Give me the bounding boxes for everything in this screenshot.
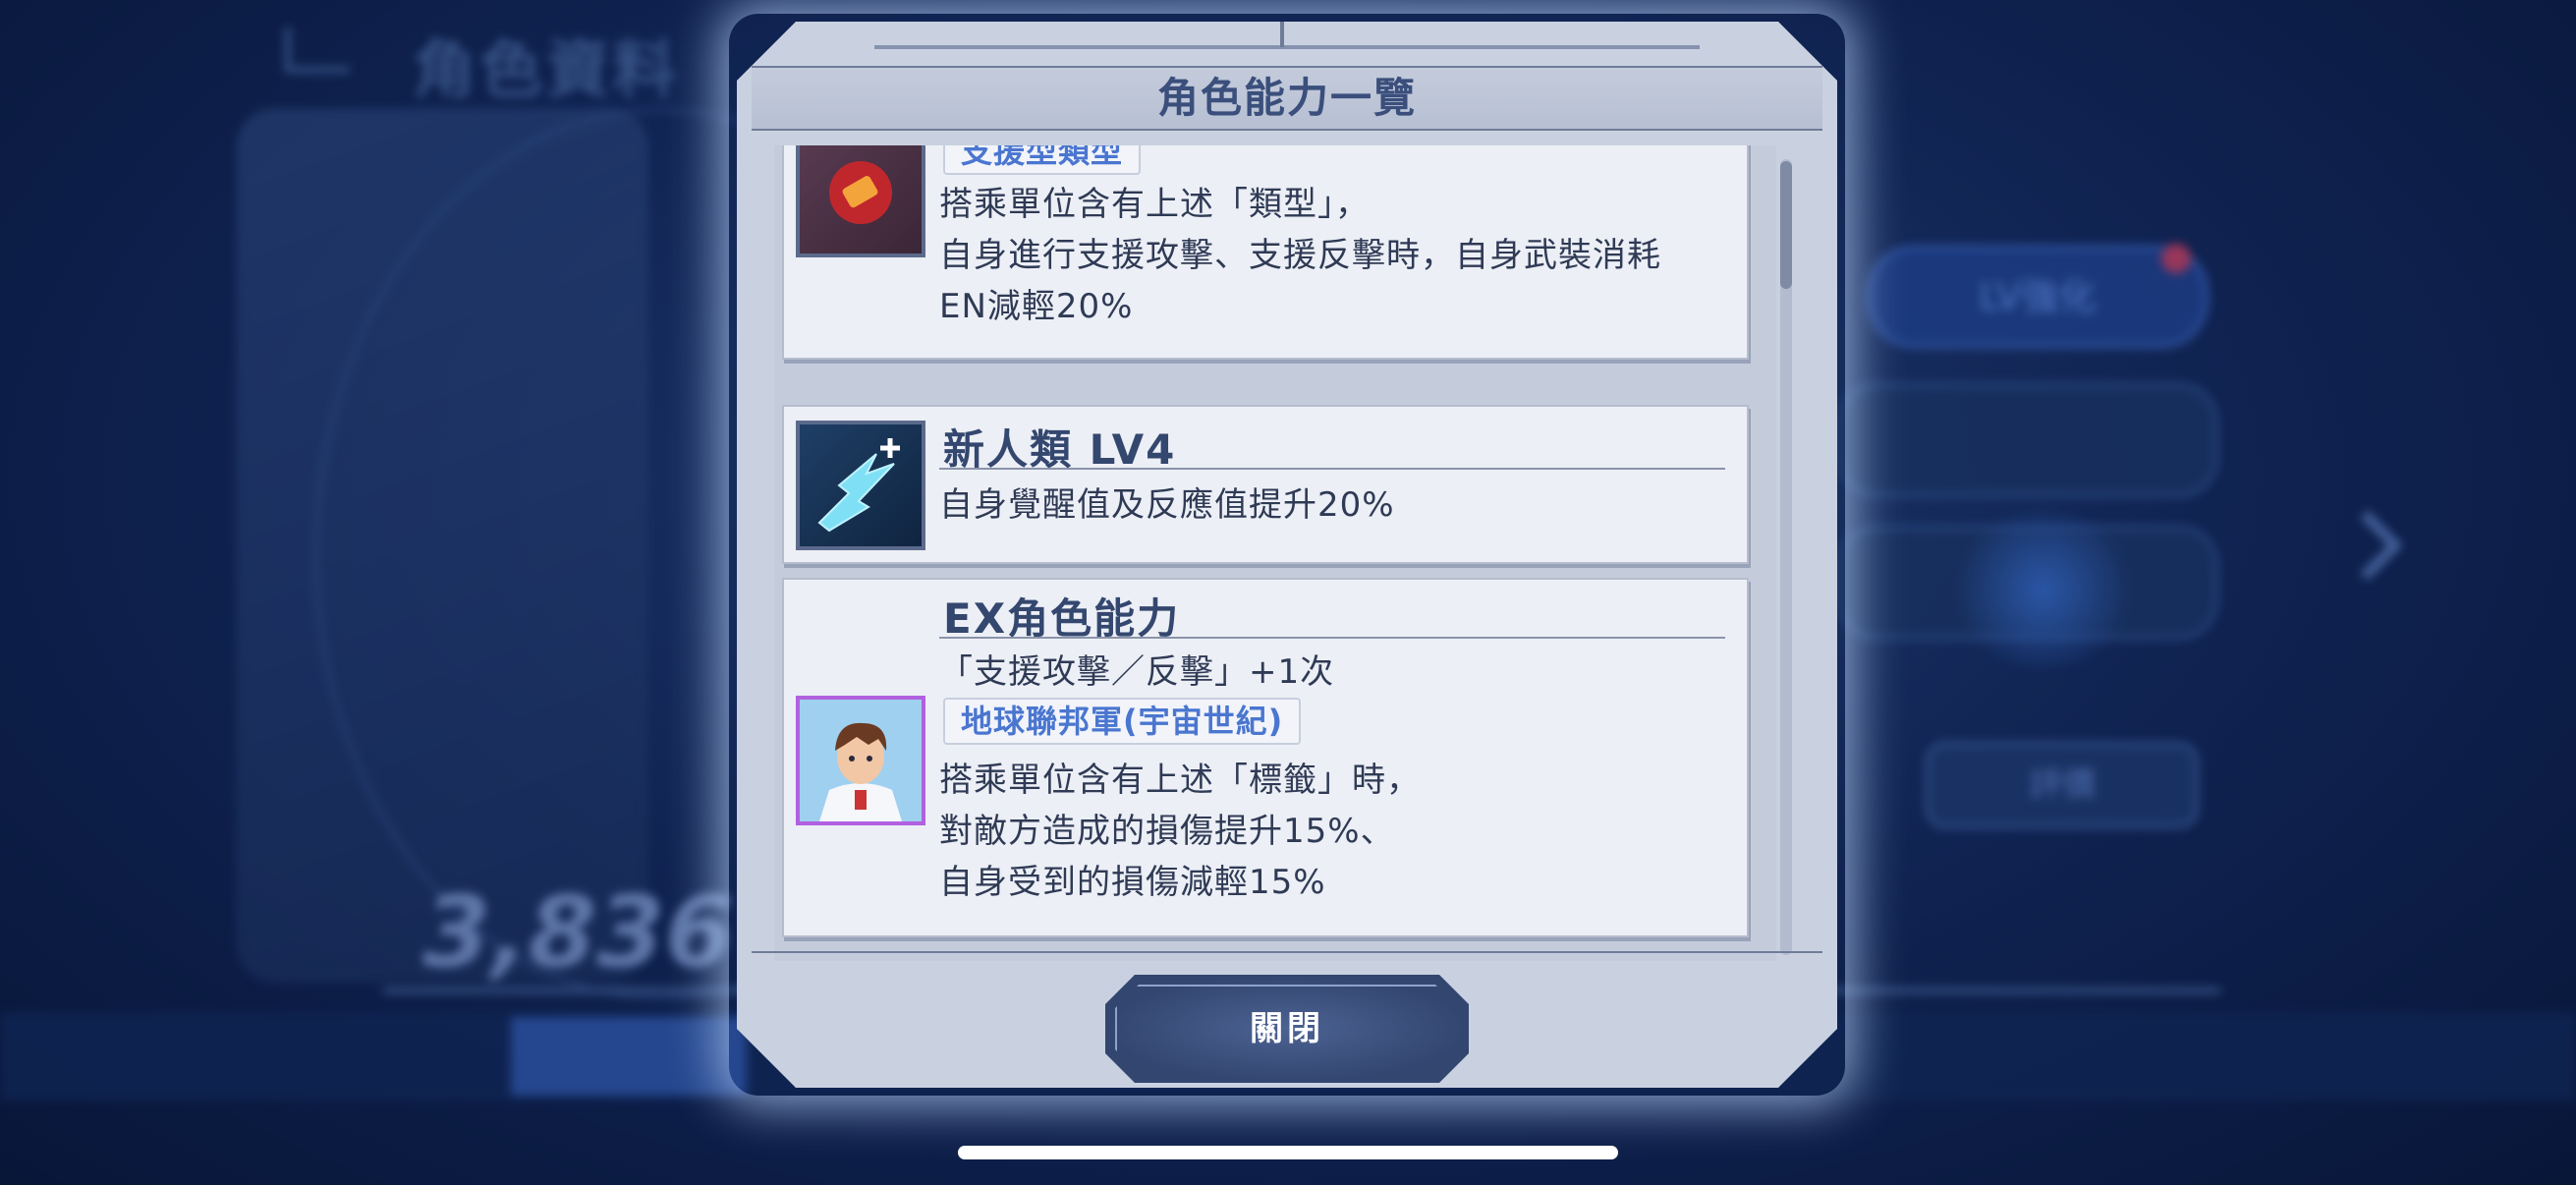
- ability-description: 搭乘單位含有上述「類型」，: [939, 185, 1370, 224]
- dialog-title: 角色能力一覽: [752, 66, 1822, 131]
- ability-description: 自身覺醒值及反應值提升20%: [939, 485, 1395, 525]
- back-icon: [285, 28, 350, 73]
- ability-card: EX角色能力 「支援攻擊／反擊」+1次 地球聯邦軍(宇宙世紀) 搭乘單位含有上述…: [782, 578, 1749, 937]
- title-underline: [939, 637, 1725, 639]
- power-value: 3,836: [422, 875, 734, 989]
- ability-description: 自身受到的損傷減輕15%: [939, 863, 1326, 902]
- ability-description: 「支援攻擊／反擊」+1次: [939, 652, 1335, 692]
- background-search-field: [1837, 383, 2218, 497]
- ability-list[interactable]: 支援型類型 搭乘單位含有上述「類型」， 自身進行支援攻擊、支援反擊時，自身武裝消…: [774, 145, 1776, 961]
- next-arrow-icon: [2332, 510, 2403, 581]
- frame-decoration-mark: [1280, 22, 1284, 47]
- notification-dot: [2161, 244, 2191, 273]
- footer-divider: [752, 951, 1822, 953]
- scrollbar-thumb[interactable]: [1780, 161, 1792, 289]
- faction-tag: 地球聯邦軍(宇宙世紀): [943, 698, 1302, 745]
- support-type-icon: [796, 145, 925, 257]
- home-indicator[interactable]: [958, 1146, 1618, 1159]
- lv-upgrade-button: LV強化: [1867, 246, 2209, 348]
- active-tab: [511, 1017, 747, 1096]
- title-underline: [939, 468, 1725, 470]
- review-button: 評價: [1926, 742, 2199, 828]
- ability-description: 自身進行支援攻擊、支援反擊時，自身武裝消耗: [939, 236, 1661, 275]
- ability-list-dialog: 角色能力一覽 支援型類型 搭乘單位含有上述「類型」， 自身進行支援攻擊、支援反擊…: [737, 22, 1837, 1088]
- ability-card: 支援型類型 搭乘單位含有上述「類型」， 自身進行支援攻擊、支援反擊時，自身武裝消…: [782, 145, 1749, 360]
- background-title: 角色資料: [413, 34, 680, 107]
- frame-decoration: [874, 45, 1700, 49]
- ability-description: 對敵方造成的損傷提升15%、: [939, 812, 1395, 851]
- support-type-tag: 支援型類型: [943, 145, 1142, 175]
- ability-card: 新人類 LV4 自身覺醒值及反應值提升20%: [782, 405, 1749, 564]
- ability-description: EN減輕20%: [939, 287, 1134, 326]
- newtype-icon: [796, 421, 925, 550]
- hologram-glow: [1945, 511, 2142, 668]
- character-portrait-icon: [796, 696, 925, 825]
- ability-description: 搭乘單位含有上述「標籤」時，: [939, 761, 1421, 800]
- close-button[interactable]: 關閉: [1105, 975, 1469, 1083]
